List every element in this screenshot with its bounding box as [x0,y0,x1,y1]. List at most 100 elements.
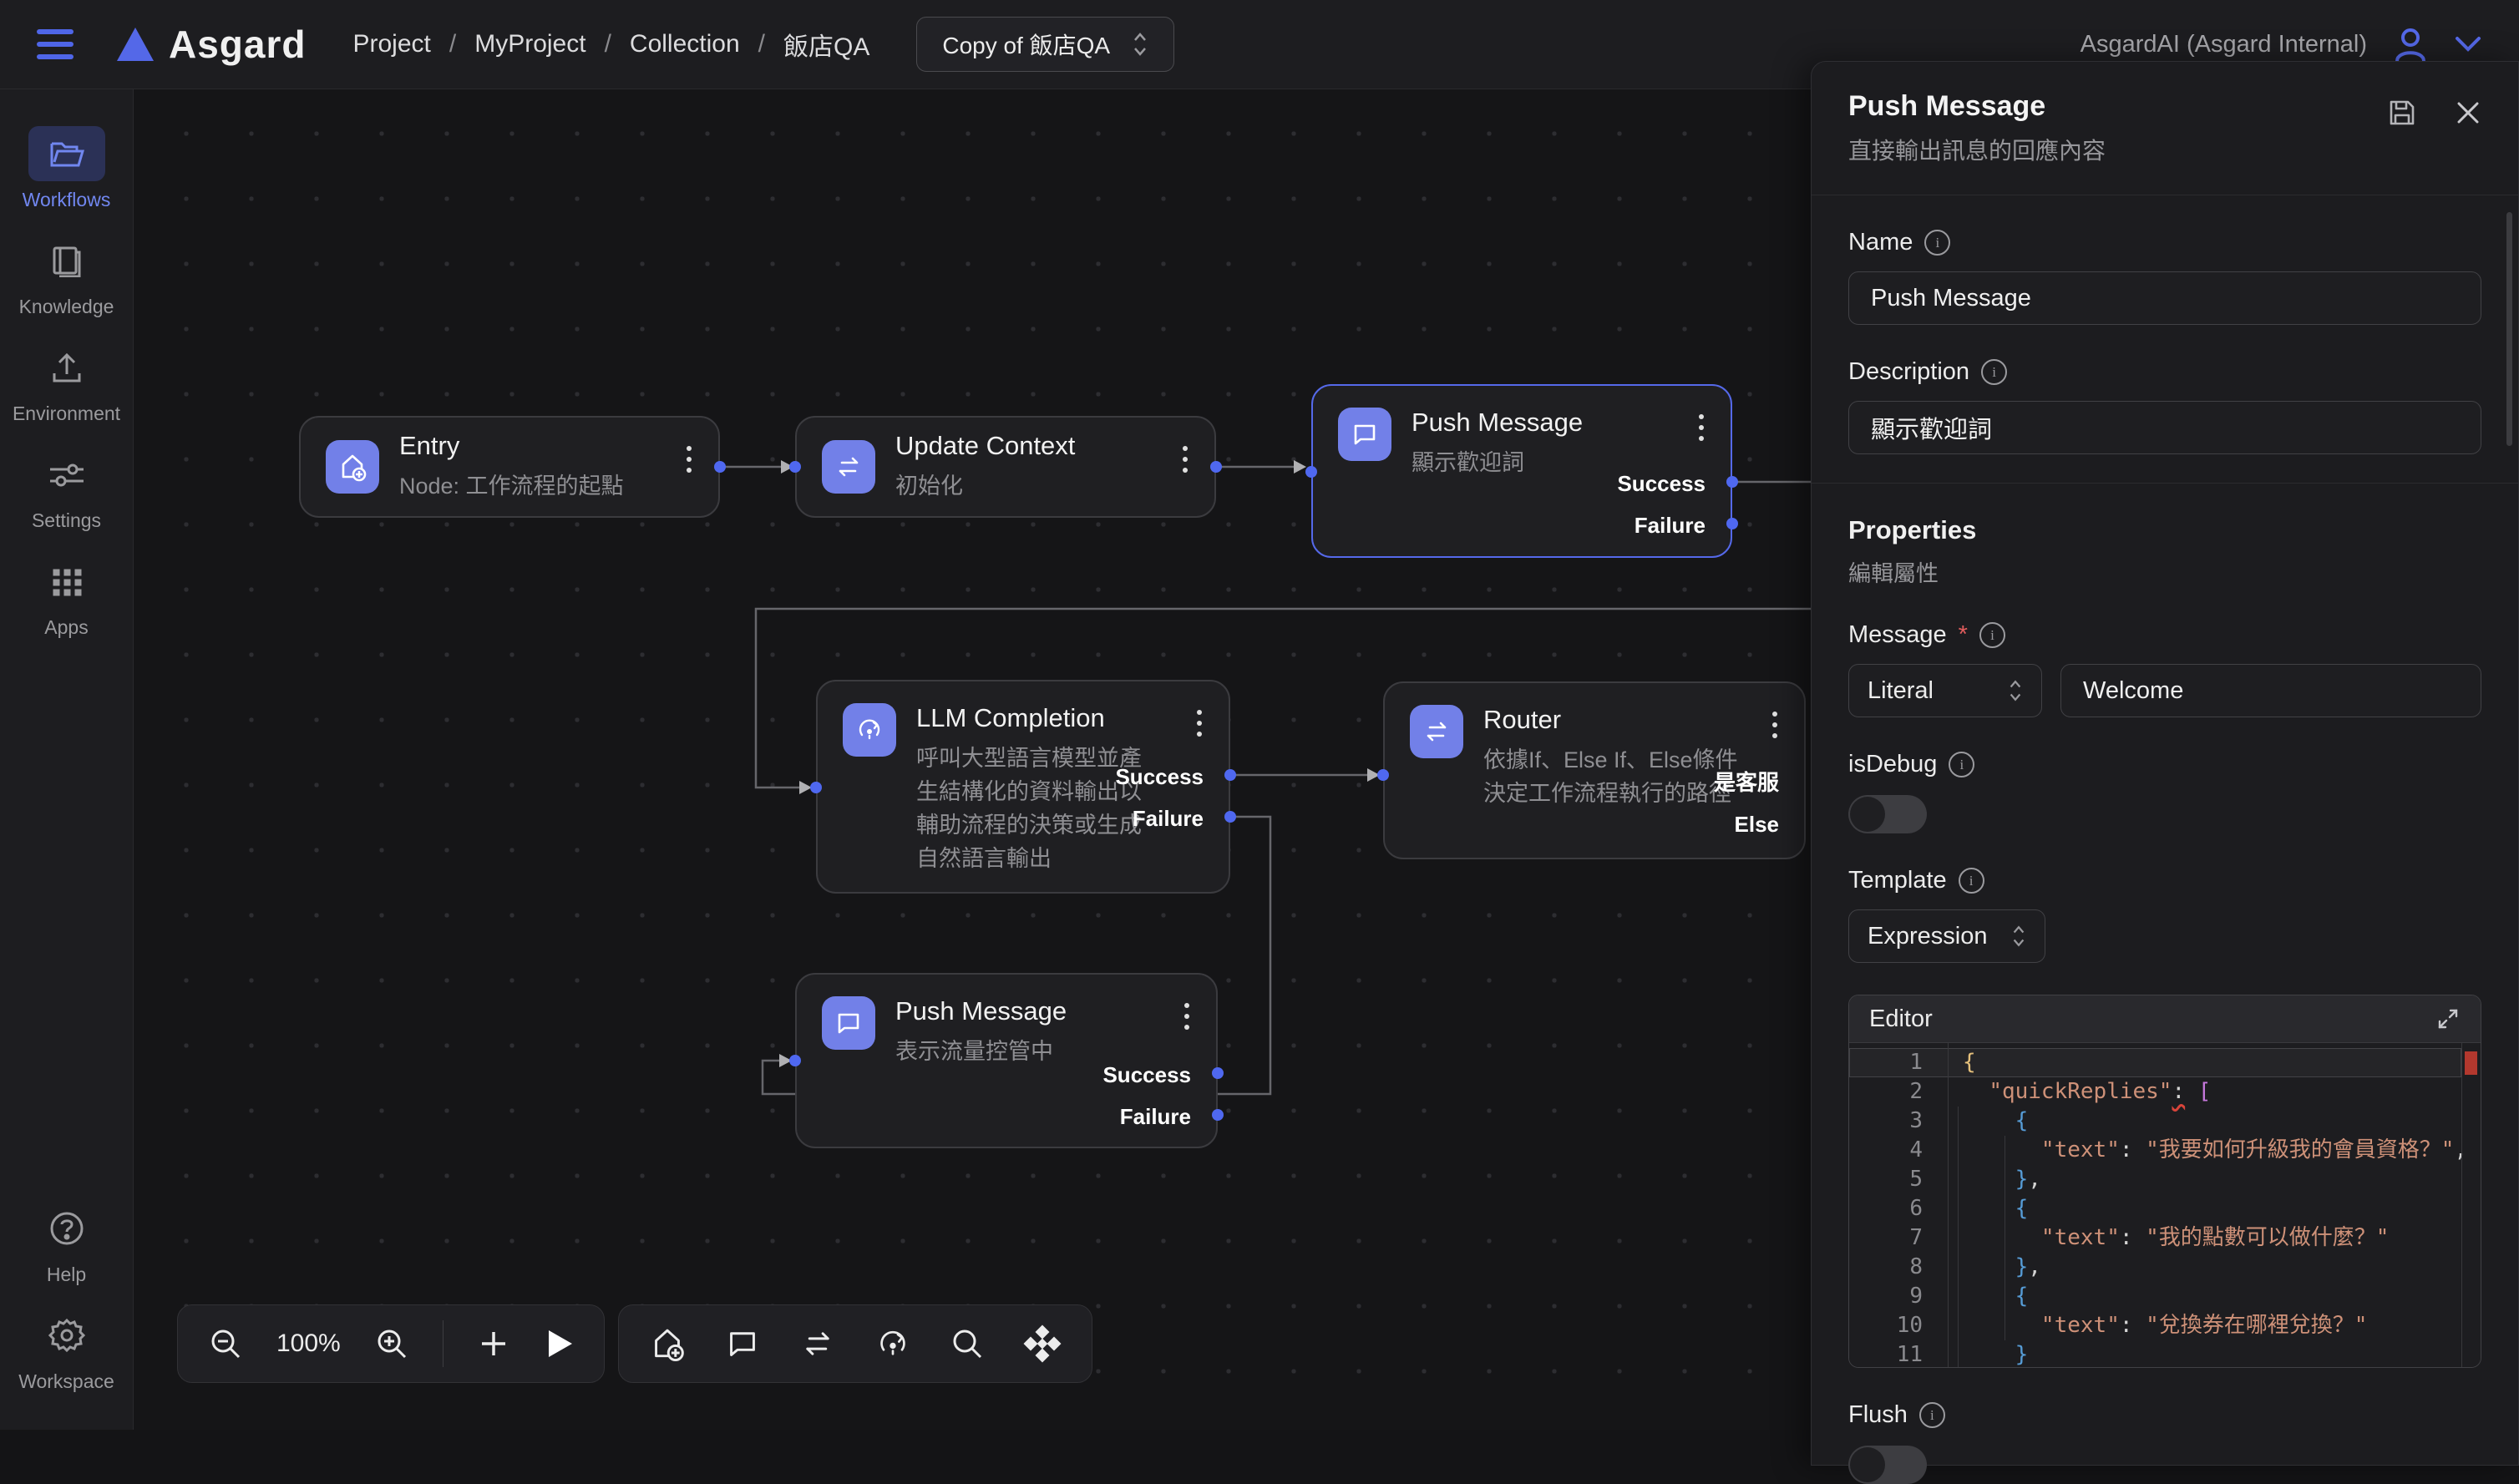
node-menu-icon[interactable] [1179,998,1194,1035]
panel-scrollbar[interactable] [2506,212,2512,446]
node-title: Update Context [895,431,1075,461]
sidebar-item-knowledge[interactable]: Knowledge [19,233,114,318]
update-context-node-icon[interactable] [799,1325,836,1362]
code-line[interactable]: 11 } [1849,1340,2461,1368]
node-menu-icon[interactable] [1192,705,1207,742]
output-success[interactable]: Success [1102,1062,1191,1087]
node-menu-icon[interactable] [1694,409,1709,446]
breadcrumb-myproject[interactable]: MyProject [474,30,585,58]
template-label: Template i [1848,867,2481,894]
code-line[interactable]: 1{ [1849,1048,2461,1077]
llm-refresh-icon [843,703,896,757]
panel-subtitle: 直接輸出訊息的回應內容 [1848,133,2106,166]
expand-icon[interactable] [2435,1006,2461,1031]
code-line[interactable]: 4 "text": "我要如何升級我的會員資格？", [1849,1136,2461,1165]
code-line[interactable]: 6 { [1849,1194,2461,1223]
menu-icon[interactable] [37,29,73,59]
book-icon [28,233,105,288]
auto-layout-icon[interactable] [1023,1324,1062,1363]
code-line[interactable]: 9 { [1849,1282,2461,1311]
breadcrumb-project[interactable]: Project [352,30,430,58]
editor-code-area[interactable]: 1{2 "quickReplies": [3 {4 "text": "我要如何升… [1849,1043,2481,1367]
code-line[interactable]: 2 "quickReplies": [ [1849,1077,2461,1107]
entry-node-icon[interactable] [649,1325,686,1362]
node-push-message-welcome[interactable]: Push Message 顯示歡迎詞 Success Failure [1311,384,1732,558]
workflow-version-selector[interactable]: Copy of 飯店QA [916,17,1174,72]
chevron-updown-icon [1132,31,1148,58]
node-menu-icon[interactable] [1767,707,1782,743]
node-push-message-flow[interactable]: Push Message 表示流量控管中 Success Failure [795,973,1218,1148]
code-line[interactable]: 7 "text": "我的點數可以做什麼？" [1849,1223,2461,1253]
properties-subtitle: 編輯屬性 [1848,555,2481,588]
sidebar-item-workspace[interactable]: Workspace [18,1308,114,1393]
message-label: Message * i [1848,621,2481,649]
info-icon[interactable]: i [1979,622,2005,648]
info-icon[interactable]: i [1959,868,1984,894]
sidebar-item-apps[interactable]: Apps [28,554,105,639]
sidebar-item-help[interactable]: Help [28,1201,105,1286]
info-icon[interactable]: i [1924,230,1950,256]
node-menu-icon[interactable] [682,441,697,478]
message-type-select[interactable]: Literal [1848,664,2042,717]
output-else[interactable]: Else [1735,812,1780,837]
close-icon[interactable] [2455,99,2481,126]
node-llm-completion[interactable]: LLM Completion 呼叫大型語言模型並產生結構化的資料輸出以輔助流程的… [816,680,1230,894]
node-subtitle: Node: 工作流程的起點 [399,469,624,503]
toolbar-divider [443,1320,444,1367]
user-icon[interactable] [2389,23,2432,66]
breadcrumb-current[interactable]: 飯店QA [783,26,869,63]
node-update-context[interactable]: Update Context 初始化 [795,416,1216,518]
brand-name: Asgard [169,22,306,67]
zoom-in-icon[interactable] [374,1326,409,1361]
output-is-customer-service[interactable]: 是客服 [1714,770,1779,795]
node-title: LLM Completion [916,703,1160,733]
run-icon[interactable] [544,1327,574,1360]
help-circle-icon [28,1201,105,1256]
add-icon[interactable] [477,1327,510,1360]
sidebar-item-settings[interactable]: Settings [28,447,105,532]
output-failure[interactable]: Failure [1133,806,1204,831]
output-failure[interactable]: Failure [1635,513,1706,538]
output-failure[interactable]: Failure [1120,1104,1191,1129]
description-input[interactable]: 顯示歡迎詞 [1848,401,2481,454]
message-value-input[interactable]: Welcome [2060,664,2481,717]
account-label: AsgardAI (Asgard Internal) [2081,31,2367,58]
code-line[interactable]: 5 }, [1849,1165,2461,1194]
sidebar-item-workflows[interactable]: Workflows [23,126,111,211]
breadcrumb-collection[interactable]: Collection [630,30,740,58]
name-input[interactable]: Push Message [1848,271,2481,325]
push-message-node-icon[interactable] [724,1325,761,1362]
output-success[interactable]: Success [1617,471,1706,496]
zoom-toolbar: 100% [177,1304,605,1383]
chat-bubble-icon [1338,408,1391,461]
home-plus-icon [326,440,379,494]
info-icon[interactable]: i [1919,1402,1945,1428]
code-line[interactable]: 8 }, [1849,1253,2461,1282]
node-menu-icon[interactable] [1178,441,1193,478]
flush-toggle[interactable] [1848,1446,1927,1484]
info-icon[interactable]: i [1949,752,1974,777]
properties-title: Properties [1848,515,2481,545]
isdebug-toggle[interactable] [1848,795,1927,833]
upload-icon [28,340,105,395]
node-palette-toolbar [618,1304,1092,1383]
search-icon[interactable] [950,1326,985,1361]
zoom-out-icon[interactable] [208,1326,243,1361]
breadcrumb: Project / MyProject / Collection / 飯店QA [352,26,869,63]
node-subtitle: 依據If、Else If、Else條件決定工作流程執行的路徑 [1483,743,1747,810]
template-select[interactable]: Expression [1848,909,2045,963]
node-entry[interactable]: Entry Node: 工作流程的起點 [299,416,720,518]
output-success[interactable]: Success [1115,764,1204,789]
code-line[interactable]: 10 "text": "兌換券在哪裡兌換？" [1849,1311,2461,1340]
asgard-logo-icon [117,28,154,61]
chevron-down-icon[interactable] [2454,35,2482,53]
save-icon[interactable] [2386,97,2418,129]
llm-node-icon[interactable] [874,1325,911,1362]
swap-arrows-icon [822,440,875,494]
node-router[interactable]: Router 依據If、Else If、Else條件決定工作流程執行的路徑 是客… [1383,681,1806,859]
sidebar-item-environment[interactable]: Environment [13,340,120,425]
code-line[interactable]: 3 { [1849,1107,2461,1136]
indent-guide [1958,1107,1959,1368]
node-title: Push Message [1412,408,1583,438]
info-icon[interactable]: i [1981,359,2007,385]
